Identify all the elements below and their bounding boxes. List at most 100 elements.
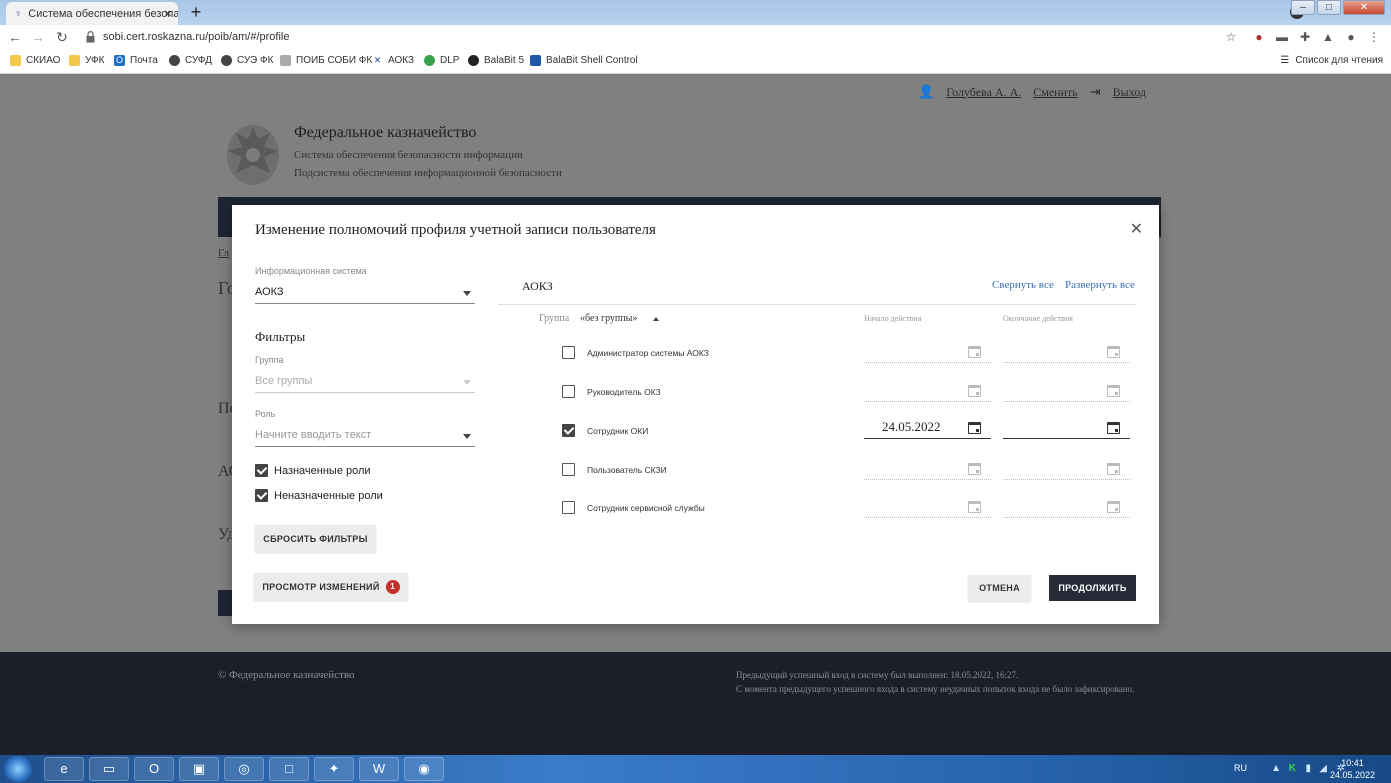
role-filter-input[interactable]: Начните вводить текст bbox=[255, 427, 475, 447]
calendar-icon[interactable] bbox=[1107, 422, 1120, 434]
role-checkbox[interactable] bbox=[562, 463, 575, 476]
end-date-field[interactable] bbox=[1003, 460, 1130, 480]
back-icon[interactable]: ← bbox=[7, 29, 23, 45]
reset-filters-button[interactable]: СБРОСИТЬ ФИЛЬТРЫ bbox=[255, 525, 376, 552]
end-date-field[interactable] bbox=[1003, 382, 1130, 402]
new-tab-icon[interactable]: + bbox=[186, 2, 206, 23]
group-row-value[interactable]: «без группы» bbox=[580, 313, 637, 324]
switch-user-link[interactable]: Сменить bbox=[1033, 85, 1077, 100]
collapse-all-link[interactable]: Свернуть все bbox=[992, 279, 1054, 291]
browser-menu-icon[interactable]: ⋮ bbox=[1367, 30, 1381, 44]
browser-tab[interactable]: ♆ Система обеспечения безопасн × bbox=[6, 2, 178, 25]
chrome-icon[interactable]: ◉ bbox=[404, 757, 444, 781]
explorer-icon[interactable]: ▭ bbox=[89, 757, 129, 781]
clock[interactable]: 10:41 24.05.2022 bbox=[1330, 757, 1375, 781]
extension-icon[interactable]: ▲ bbox=[1321, 30, 1335, 44]
lock-icon[interactable] bbox=[86, 31, 95, 43]
end-date-field[interactable] bbox=[1003, 343, 1130, 363]
bookmark-item[interactable]: BalaBit 5 bbox=[468, 55, 524, 66]
tray-arrow-icon[interactable]: ▲ bbox=[1271, 763, 1281, 774]
role-checkbox[interactable] bbox=[562, 346, 575, 359]
network-tray-icon[interactable]: ▮ bbox=[1305, 763, 1311, 774]
role-checkbox[interactable] bbox=[562, 501, 575, 514]
profile-avatar-icon[interactable]: ● bbox=[1344, 30, 1358, 44]
bookmark-item[interactable]: O Почта bbox=[114, 55, 158, 66]
bookmark-item[interactable]: DLP bbox=[424, 55, 459, 66]
bookmarks-bar: СКИАО УФК O Почта СУФД СУЭ ФК ПОИБ СОБИ Ф… bbox=[0, 50, 1391, 74]
calendar-icon[interactable] bbox=[968, 501, 981, 513]
chevron-down-icon bbox=[463, 380, 471, 385]
outlook-icon: O bbox=[114, 55, 125, 66]
forward-icon[interactable]: → bbox=[30, 29, 46, 45]
chevron-up-icon[interactable] bbox=[653, 317, 659, 321]
role-checkbox[interactable] bbox=[562, 385, 575, 398]
tab-close-icon[interactable]: × bbox=[164, 6, 172, 21]
bookmark-star-icon[interactable]: ☆ bbox=[1224, 30, 1238, 44]
calendar-icon[interactable] bbox=[968, 463, 981, 475]
start-date-field[interactable] bbox=[864, 382, 991, 402]
language-indicator[interactable]: RU bbox=[1234, 763, 1247, 773]
maximize-icon[interactable]: □ bbox=[1317, 0, 1341, 15]
outlook-icon[interactable]: O bbox=[134, 757, 174, 781]
start-button[interactable] bbox=[4, 756, 32, 782]
continue-button[interactable]: ПРОДОЛЖИТЬ bbox=[1049, 575, 1136, 601]
divider bbox=[498, 304, 1136, 305]
calendar-icon[interactable] bbox=[1107, 385, 1120, 397]
start-date-field[interactable]: 24.05.2022 bbox=[864, 419, 991, 439]
bookmark-item[interactable]: BalaBit Shell Control bbox=[530, 55, 638, 66]
window-app-icon[interactable]: □ bbox=[269, 757, 309, 781]
app-icon[interactable]: ✦ bbox=[314, 757, 354, 781]
user-name-link[interactable]: Голубева А. А. bbox=[946, 85, 1021, 100]
assigned-roles-checkbox[interactable] bbox=[255, 464, 268, 477]
calendar-icon[interactable] bbox=[968, 346, 981, 358]
network-icon[interactable]: ◎ bbox=[224, 757, 264, 781]
extension-icon[interactable]: ▬ bbox=[1275, 30, 1289, 44]
ie-icon[interactable]: e bbox=[44, 757, 84, 781]
bookmark-item[interactable]: СУФД bbox=[169, 55, 212, 66]
cancel-button[interactable]: ОТМЕНА bbox=[968, 575, 1031, 601]
calendar-icon[interactable] bbox=[968, 385, 981, 397]
bookmark-label: DLP bbox=[440, 55, 460, 66]
minimize-icon[interactable]: – bbox=[1291, 0, 1315, 15]
assigned-roles-label: Назначенные роли bbox=[274, 465, 371, 477]
save-app-icon[interactable]: ▣ bbox=[179, 757, 219, 781]
view-changes-button[interactable]: ПРОСМОТР ИЗМЕНЕНИЙ 1 bbox=[254, 573, 408, 600]
group-filter-label: Группа bbox=[255, 355, 284, 365]
info-system-select[interactable]: АОКЗ bbox=[255, 284, 475, 304]
bookmark-item[interactable]: ✕ АОКЗ bbox=[372, 55, 414, 66]
kaspersky-icon[interactable]: K bbox=[1289, 763, 1296, 774]
reading-list[interactable]: ☰ Список для чтения bbox=[1280, 55, 1383, 66]
start-date-field[interactable] bbox=[864, 460, 991, 480]
role-name: Сотрудник ОКИ bbox=[587, 426, 649, 436]
start-date-field[interactable] bbox=[864, 498, 991, 518]
bookmark-item[interactable]: ПОИБ СОБИ ФК bbox=[280, 55, 372, 66]
calendar-icon[interactable] bbox=[968, 422, 981, 434]
end-date-field[interactable] bbox=[1003, 498, 1130, 518]
url-input[interactable]: sobi.cert.roskazna.ru/poib/am/#/profile bbox=[103, 31, 289, 43]
expand-all-link[interactable]: Развернуть все bbox=[1065, 279, 1135, 291]
bookmark-item[interactable]: СКИАО bbox=[10, 55, 60, 66]
logout-link[interactable]: Выход bbox=[1113, 85, 1146, 100]
site-favicon-icon: ♆ bbox=[14, 7, 23, 20]
window-close-icon[interactable]: ✕ bbox=[1343, 0, 1385, 15]
group-filter-select[interactable]: Все группы bbox=[255, 373, 475, 393]
user-icon: 👤 bbox=[918, 84, 935, 99]
extension-icon[interactable]: ● bbox=[1252, 30, 1266, 44]
end-date-field[interactable] bbox=[1003, 419, 1130, 439]
role-checkbox[interactable] bbox=[562, 424, 575, 437]
calendar-icon[interactable] bbox=[1107, 463, 1120, 475]
word-icon[interactable]: W bbox=[359, 757, 399, 781]
info-system-label: Информационная система bbox=[255, 266, 367, 276]
volume-icon[interactable]: ◢ bbox=[1319, 763, 1327, 774]
balabit-shell-icon bbox=[530, 55, 541, 66]
reload-icon[interactable]: ↻ bbox=[54, 29, 70, 45]
calendar-icon[interactable] bbox=[1107, 501, 1120, 513]
calendar-icon[interactable] bbox=[1107, 346, 1120, 358]
start-date-field[interactable] bbox=[864, 343, 991, 363]
bookmark-item[interactable]: СУЭ ФК bbox=[221, 55, 273, 66]
close-icon[interactable]: ✕ bbox=[1130, 219, 1143, 239]
unassigned-roles-checkbox[interactable] bbox=[255, 489, 268, 502]
extensions-puzzle-icon[interactable]: ✚ bbox=[1298, 30, 1312, 44]
bookmark-item[interactable]: УФК bbox=[69, 55, 104, 66]
address-bar: ← → ↻ sobi.cert.roskazna.ru/poib/am/#/pr… bbox=[0, 25, 1391, 50]
